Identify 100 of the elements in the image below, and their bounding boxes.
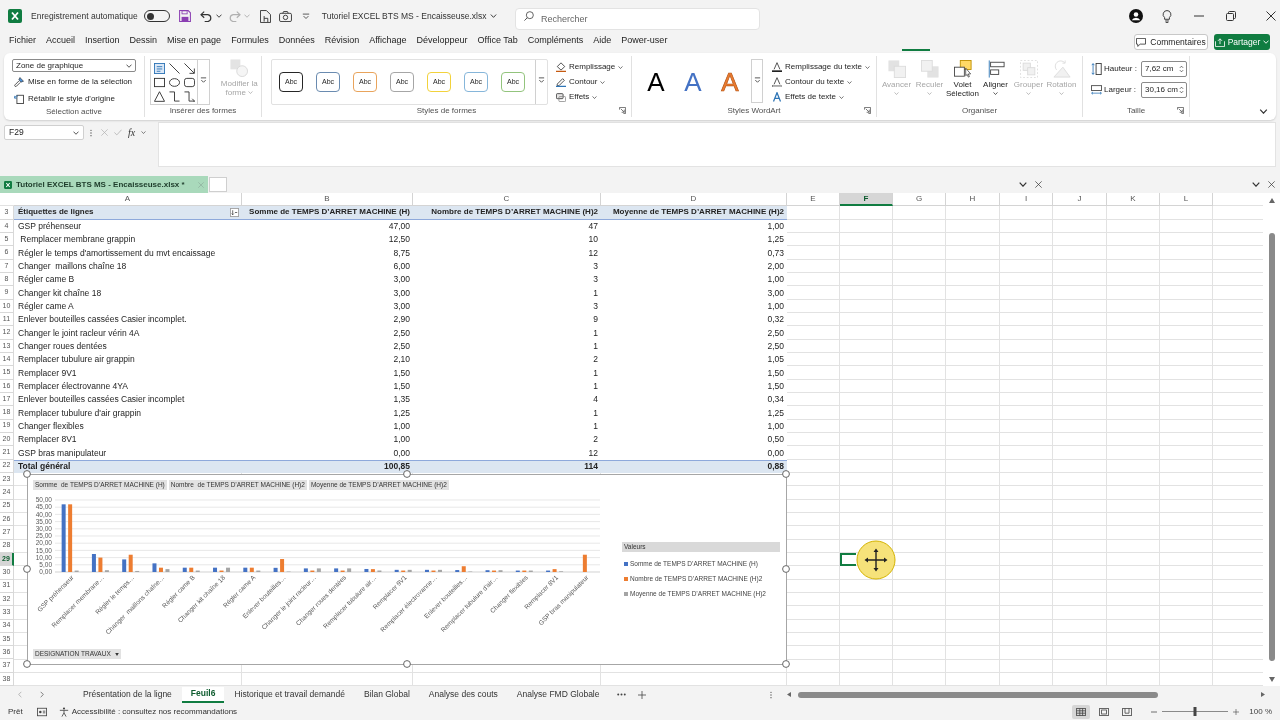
width-field[interactable]: 30,16 cm (1141, 82, 1187, 98)
shape-effects-button[interactable]: Effets (556, 90, 598, 104)
ribbon-tab[interactable]: Formules (226, 33, 274, 51)
rounded-rectangle-icon[interactable] (184, 77, 196, 88)
rectangle-icon[interactable] (154, 77, 165, 88)
filter-dropdown-icon[interactable] (230, 208, 239, 217)
document-title-button[interactable]: Tutoriel EXCEL BTS MS - Encaisseuse.xlsx (321, 9, 498, 23)
align-button[interactable]: Aligner (979, 60, 1012, 95)
ribbon-tab[interactable]: Données (273, 33, 320, 51)
zoom-in-icon[interactable] (1233, 708, 1240, 715)
customize-toolbar-icon[interactable] (301, 12, 310, 20)
scroll-left-icon[interactable] (787, 692, 791, 698)
ribbon-tab[interactable]: Mise en page (162, 33, 227, 51)
oval-icon[interactable] (169, 77, 181, 88)
resize-handle-icon[interactable] (403, 660, 411, 668)
column-header[interactable]: G (893, 193, 946, 207)
horizontal-scrollbar[interactable] (787, 689, 1265, 700)
dialog-launcher-icon[interactable] (864, 107, 871, 114)
sheet-tab[interactable]: Bilan Global (354, 686, 419, 703)
name-box[interactable]: F29 (4, 125, 84, 140)
scrollbar-thumb[interactable] (1268, 233, 1275, 661)
selection-pane-button[interactable]: Volet Sélection (946, 60, 979, 98)
lightbulb-icon[interactable] (1162, 9, 1172, 23)
chevron-right-icon[interactable] (40, 691, 44, 699)
caret-icon[interactable] (1019, 182, 1027, 187)
collapse-ribbon-icon[interactable] (1259, 109, 1268, 114)
wordart-style-button[interactable]: A (644, 67, 668, 97)
column-header[interactable]: C (413, 193, 601, 207)
sheet-tab[interactable]: Présentation de la ligne (74, 686, 181, 703)
line-icon[interactable] (169, 63, 181, 74)
scrollbar-thumb[interactable] (798, 691, 1158, 698)
caret-icon[interactable] (215, 14, 222, 18)
camera-icon[interactable] (278, 10, 292, 22)
search-field[interactable]: Rechercher (515, 8, 760, 30)
ribbon-tab[interactable]: Insertion (80, 33, 125, 51)
scroll-right-icon[interactable] (1261, 692, 1265, 698)
ribbon-tab[interactable]: Révision (319, 33, 365, 51)
avatar-icon[interactable] (1129, 9, 1143, 23)
share-button[interactable]: Partager (1214, 34, 1270, 50)
elbow-connector-icon[interactable] (169, 91, 181, 102)
resize-handle-icon[interactable] (23, 470, 31, 478)
column-header[interactable]: H (946, 193, 1000, 207)
ribbon-tab[interactable]: Aide (588, 33, 617, 51)
dialog-launcher-icon[interactable] (619, 107, 626, 114)
text-fill-button[interactable]: Remplissage du texte (772, 60, 870, 74)
ribbon-tab[interactable]: Affichage (364, 33, 412, 51)
formula-input[interactable] (158, 122, 1276, 167)
zoom-level-label[interactable]: 100 % (1249, 705, 1272, 718)
ribbon-tab[interactable]: Fichier (4, 33, 41, 51)
restore-icon[interactable] (1226, 11, 1236, 21)
column-header[interactable]: L (1160, 193, 1213, 207)
ribbon-tab[interactable]: Compléments (522, 33, 589, 51)
resize-handle-icon[interactable] (403, 470, 411, 478)
sheet-tab[interactable]: Analyse FMD Globale (507, 686, 609, 703)
format-selection-button[interactable]: Mise en forme de la sélection (12, 74, 135, 89)
column-header[interactable]: J (1053, 193, 1107, 207)
insert-function-button[interactable]: fx (128, 125, 136, 140)
column-header[interactable]: E (787, 193, 840, 207)
reset-style-button[interactable]: Rétablir le style d'origine (12, 91, 117, 106)
resize-handle-icon[interactable] (782, 470, 790, 478)
ribbon-tab[interactable]: Accueil (41, 33, 81, 51)
column-header[interactable]: A (14, 193, 242, 207)
shape-fill-button[interactable]: Remplissage (556, 60, 624, 74)
sheet-tab[interactable]: Analyse des couts (419, 686, 507, 703)
more-sheets-icon[interactable] (617, 693, 627, 697)
resize-handle-icon[interactable] (23, 565, 31, 573)
sheet-tab[interactable]: Feuil6 (181, 686, 225, 703)
dialog-launcher-icon[interactable] (1177, 107, 1184, 114)
column-header[interactable]: B (242, 193, 413, 207)
column-header[interactable]: F (840, 193, 893, 207)
arrow-icon[interactable] (184, 63, 196, 74)
macro-recording-icon[interactable] (36, 706, 47, 717)
normal-view-button[interactable] (1072, 704, 1091, 719)
text-box-icon[interactable] (154, 63, 165, 74)
resize-handle-icon[interactable] (782, 565, 790, 573)
ribbon-tab[interactable]: Développeur (411, 33, 473, 51)
resize-handle-icon[interactable] (23, 660, 31, 668)
height-field[interactable]: 7,62 cm (1141, 61, 1187, 77)
ribbon-tab[interactable]: Office Tab (472, 33, 523, 51)
elbow-arrow-icon[interactable] (184, 91, 196, 102)
column-header[interactable]: K (1107, 193, 1160, 207)
workbook-tab[interactable]: Tutoriel EXCEL BTS MS - Encaisseuse.xlsx * (0, 176, 208, 193)
accessibility-status[interactable]: Accessibilité : consultez nos recommandations (71, 705, 238, 718)
column-header[interactable]: D (601, 193, 787, 207)
add-sheet-icon[interactable] (638, 690, 647, 699)
scroll-up-icon[interactable] (1268, 198, 1275, 203)
comments-button[interactable]: Commentaires (1134, 34, 1208, 50)
close-icon[interactable] (1266, 11, 1276, 21)
scroll-down-icon[interactable] (1268, 677, 1275, 683)
ribbon-tab[interactable]: Dessin (124, 33, 163, 51)
column-header[interactable]: I (1000, 193, 1053, 207)
zoom-slider-thumb[interactable] (1193, 707, 1197, 717)
text-outline-button[interactable]: Contour du texte (772, 75, 853, 89)
chart-element-dropdown[interactable]: Zone de graphique (12, 59, 136, 72)
text-effects-button[interactable]: Effets de texte (772, 90, 844, 104)
shape-outline-button[interactable]: Contour (556, 75, 606, 89)
caret-icon[interactable] (1252, 182, 1260, 187)
sheet-tab[interactable]: Historique et travail demandé (225, 686, 354, 703)
document-icon[interactable] (259, 9, 271, 23)
resize-handle-icon[interactable] (782, 660, 790, 668)
